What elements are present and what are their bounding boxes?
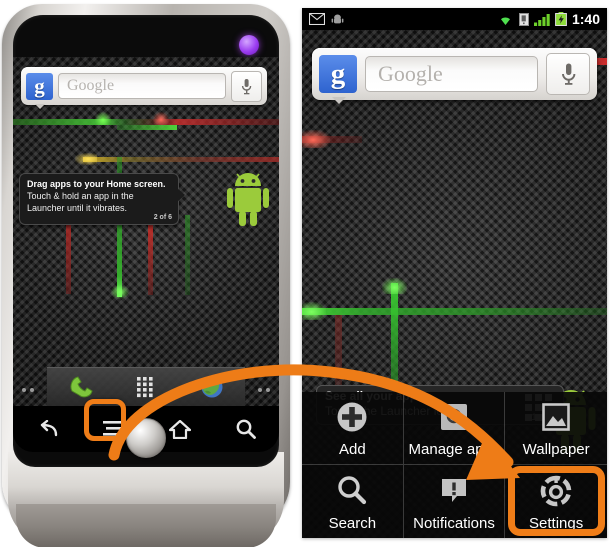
screenshot-stage: 1:54 g Google <box>0 0 610 547</box>
menu-item-manage-apps[interactable]: Manage apps <box>403 392 506 465</box>
menu-button-highlight <box>84 399 126 441</box>
phone-base <box>16 504 276 547</box>
wallpaper-streak <box>391 283 398 393</box>
workspace-dots-right <box>258 388 270 392</box>
trackball[interactable] <box>126 418 166 458</box>
wallpaper-streak-glow <box>111 285 129 299</box>
tooltip-counter: 2 of 6 <box>153 214 172 221</box>
search-placeholder: Google <box>67 77 115 94</box>
menu-item-label: Manage apps <box>408 441 500 458</box>
search-input[interactable]: Google <box>58 73 226 99</box>
menu-item-wallpaper[interactable]: Wallpaper <box>505 392 607 465</box>
email-icon <box>309 13 325 25</box>
google-search-widget[interactable]: g Google <box>21 67 267 109</box>
google-g-logo[interactable]: g <box>26 72 53 109</box>
screen-clock: 1:40 <box>571 11 600 27</box>
sdcard-icon <box>518 12 529 26</box>
home-dock <box>47 367 245 406</box>
google-search-widget[interactable]: g Google <box>312 48 597 104</box>
back-icon[interactable] <box>36 420 58 438</box>
browser-icon[interactable] <box>200 375 224 399</box>
notification-bubble-icon <box>438 472 470 510</box>
tooltip-beak <box>177 188 185 202</box>
wallpaper-streak-glow <box>302 130 330 148</box>
magnifier-icon <box>335 472 369 510</box>
microphone-icon[interactable] <box>231 70 262 102</box>
home-icon[interactable] <box>168 419 191 439</box>
nexus-one-phone: 1:54 g Google <box>2 4 290 547</box>
menu-item-label: Add <box>338 441 366 458</box>
android-bug-icon <box>331 13 344 26</box>
battery-charging-icon <box>555 12 567 26</box>
wallpaper-streak-glow <box>382 278 407 294</box>
google-g-logo[interactable]: g <box>319 55 357 104</box>
search-placeholder: Google <box>378 61 443 86</box>
tooltip-title: Drag apps to your Home screen. <box>27 179 166 189</box>
search-icon[interactable] <box>236 419 257 439</box>
wallpaper-streak-glow <box>302 302 326 320</box>
settings-item-highlight <box>508 466 605 536</box>
wallpaper-streak-glow <box>95 112 111 125</box>
wallpaper-streak <box>185 215 190 295</box>
menu-item-notifications[interactable]: Notifications <box>404 465 506 538</box>
wallpaper-streak <box>117 125 177 130</box>
menu-item-label: Notifications <box>413 514 495 532</box>
wallpaper-streak-glow <box>153 112 169 125</box>
wallpaper-streak-glow <box>75 153 97 165</box>
workspace-dots-left <box>22 388 34 392</box>
android-robot <box>225 173 271 227</box>
plus-circle-icon <box>335 398 369 436</box>
menu-item-label: Wallpaper <box>522 441 590 458</box>
search-input[interactable]: Google <box>365 56 538 92</box>
menu-item-label: Search <box>328 514 377 532</box>
microphone-icon[interactable] <box>546 53 590 95</box>
phone-home-screen: g Google Drag apps to your Home screen. … <box>13 57 279 406</box>
notification-led <box>239 35 259 55</box>
phone-icon[interactable] <box>68 375 94 399</box>
signal-icon <box>533 13 550 26</box>
onboarding-tooltip[interactable]: Drag apps to your Home screen. Touch & h… <box>19 173 185 225</box>
screen-status-bar: 1:40 <box>302 8 607 30</box>
screen-wallpaper: g Google Add Manage apps Wallpaper Searc… <box>302 30 607 538</box>
menu-item-add[interactable]: Add <box>302 392 404 465</box>
launcher-grid-icon[interactable] <box>135 375 159 399</box>
wallpaper-streak <box>335 315 342 393</box>
wallpaper-streak <box>83 157 279 162</box>
menu-item-search[interactable]: Search <box>302 465 404 538</box>
tooltip-line1: Touch & hold an app in the <box>27 191 134 201</box>
wifi-icon <box>497 13 514 26</box>
picture-icon <box>540 398 572 436</box>
manage-apps-icon <box>438 398 470 436</box>
home-screen-menu: 1:40 g Google Add Manage apps Wallpaper … <box>302 8 607 538</box>
wallpaper-streak <box>302 308 607 315</box>
tooltip-line2: Launcher until it vibrates. <box>27 203 128 213</box>
wallpaper-streak <box>148 215 153 295</box>
